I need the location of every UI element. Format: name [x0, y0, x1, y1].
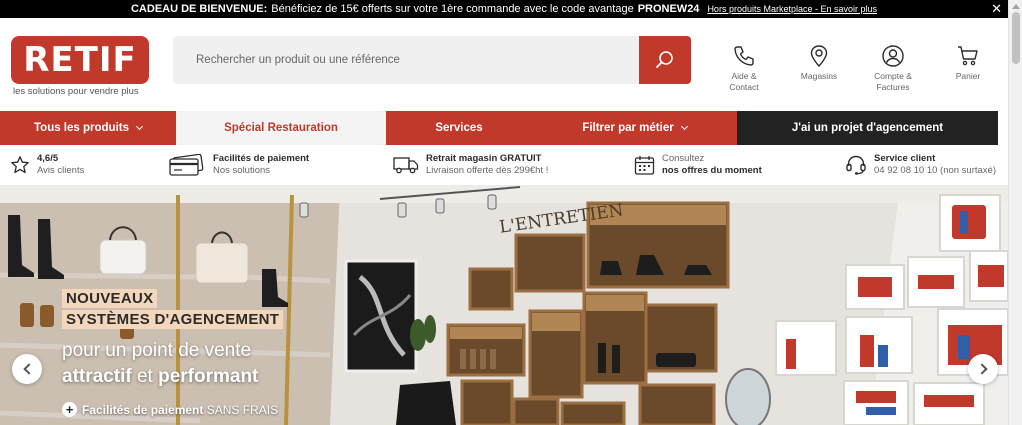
cart-label: Panier [955, 71, 981, 81]
hero-headline-bold-2: performant [158, 366, 259, 387]
hero-headline-2: attractif et performant [62, 366, 258, 388]
nav-all-products[interactable]: Tous les produits [0, 111, 176, 145]
nav-fitting-project[interactable]: J'ai un projet d'agencement [737, 111, 998, 145]
account-link[interactable]: Compte & Factures [860, 44, 926, 93]
user-icon [882, 45, 904, 67]
wall-sign-text: L'ENTRETIEN [498, 200, 625, 233]
rating-block[interactable]: 4,6/5 Avis clients [10, 153, 84, 177]
nav-all-products-label: Tous les produits [34, 122, 129, 134]
customer-service-block[interactable]: Service client 04 92 08 10 10 (non surtax… [845, 153, 996, 177]
search-bar [173, 36, 691, 84]
rating-value: 4,6/5 [37, 153, 59, 164]
nav-filter-trade[interactable]: Filtrer par métier [532, 111, 737, 145]
account-label: Compte & Factures [874, 71, 912, 92]
search-icon [656, 51, 673, 68]
scrollbar[interactable] [1008, 0, 1022, 425]
search-button[interactable] [639, 36, 691, 84]
nav-fitting-project-label: J'ai un projet d'agencement [791, 122, 944, 134]
plus-icon: + [62, 402, 77, 417]
offers-title: Consultez [662, 153, 705, 164]
site-header: RETIF les solutions pour vendre plus Aid… [0, 18, 1008, 111]
promo-bar: CADEAU DE BIENVENUE: Bénéficiez de 15€ o… [0, 0, 1008, 18]
chevron-left-icon [22, 363, 35, 375]
logo[interactable]: RETIF [11, 36, 149, 84]
hero-badge-systems: SYSTÈMES D'AGENCEMENT [62, 310, 284, 329]
tagline: les solutions pour vendre plus [13, 86, 139, 97]
delivery-note: Livraison offerte dès 299€ht ! [426, 165, 549, 176]
headset-icon [846, 155, 866, 175]
help-contact-link[interactable]: Aide & Contact [711, 44, 777, 93]
promo-prefix: CADEAU DE BIENVENUE: [130, 3, 268, 15]
hero-payment-note[interactable]: + Facilités de paiement SANS FRAIS [62, 402, 278, 417]
nav-services-label: Services [435, 122, 483, 134]
logo-text: RETIF [23, 40, 137, 80]
truck-icon [393, 157, 419, 174]
payment-title: Facilités de paiement [213, 153, 310, 164]
chevron-down-icon [135, 122, 144, 131]
offers-block[interactable]: Consultez nos offres du moment [634, 153, 762, 177]
hero-headline-bold-1: attractif [62, 366, 132, 387]
nav-services[interactable]: Services [386, 111, 532, 145]
hero-note-suffix: SANS FRAIS [203, 402, 279, 417]
chevron-right-icon [975, 363, 988, 375]
hero-headline-1: pour un point de vente [62, 340, 252, 361]
close-icon[interactable]: ✕ [991, 2, 1002, 16]
credit-card-icon [169, 154, 204, 176]
carousel-prev-button[interactable] [12, 354, 42, 384]
help-contact-label: Aide & Contact [729, 71, 759, 92]
search-input[interactable] [173, 36, 639, 84]
hero-banner[interactable]: L'ENTRETIEN NOUVEAUX SYSTÈMES D'AGENCEME… [0, 185, 1008, 425]
chevron-down-icon [680, 122, 688, 131]
cart-link[interactable]: Panier [935, 44, 1001, 82]
customer-service-title: Service client [874, 153, 936, 164]
offers-subtitle: nos offres du moment [662, 165, 762, 176]
carousel-next-button[interactable] [968, 354, 998, 384]
calendar-icon [634, 155, 655, 175]
map-pin-icon [810, 45, 828, 68]
page: CADEAU DE BIENVENUE: Bénéficiez de 15€ o… [0, 0, 1022, 425]
payment-block[interactable]: Facilités de paiement Nos solutions [168, 153, 309, 177]
customer-service-phone: 04 92 08 10 10 (non surtaxé) [874, 165, 997, 176]
promo-text: Bénéficiez de 15€ offerts sur votre 1ère… [271, 3, 634, 15]
main-nav: Tous les produits Spécial Restauration S… [0, 111, 1008, 145]
hero-badge-new: NOUVEAUX [62, 289, 158, 308]
cart-icon [958, 46, 978, 66]
promo-code: PRONEW24 [637, 3, 700, 15]
hero-note-prefix: Facilités de paiement [82, 402, 204, 417]
nav-special-restauration[interactable]: Spécial Restauration [176, 111, 386, 145]
payment-subtitle: Nos solutions [213, 165, 271, 176]
main-viewport: CADEAU DE BIENVENUE: Bénéficiez de 15€ o… [0, 0, 1008, 425]
pickup-title: Retrait magasin GRATUIT [426, 153, 542, 164]
scroll-up-arrow[interactable] [1012, 4, 1020, 9]
stores-label: Magasins [800, 71, 838, 81]
hero-headline-mid: et [131, 366, 159, 387]
wall-sign: L'ENTRETIEN [498, 200, 625, 233]
scrollbar-thumb[interactable] [1012, 12, 1020, 64]
phone-icon [734, 46, 754, 66]
pickup-block[interactable]: Retrait magasin GRATUIT Livraison offerte… [393, 153, 548, 177]
reassurance-bar: 4,6/5 Avis clients Facilités de paiement N… [0, 145, 1008, 185]
nav-special-restauration-label: Spécial Restauration [224, 122, 338, 134]
rating-label: Avis clients [37, 165, 85, 176]
stores-link[interactable]: Magasins [786, 44, 852, 82]
nav-filter-trade-label: Filtrer par métier [582, 122, 674, 134]
hero-note-text: Facilités de paiement SANS FRAIS [82, 403, 278, 417]
star-icon [11, 156, 29, 174]
promo-more-link[interactable]: Hors produits Marketplace - En savoir pl… [707, 4, 877, 14]
